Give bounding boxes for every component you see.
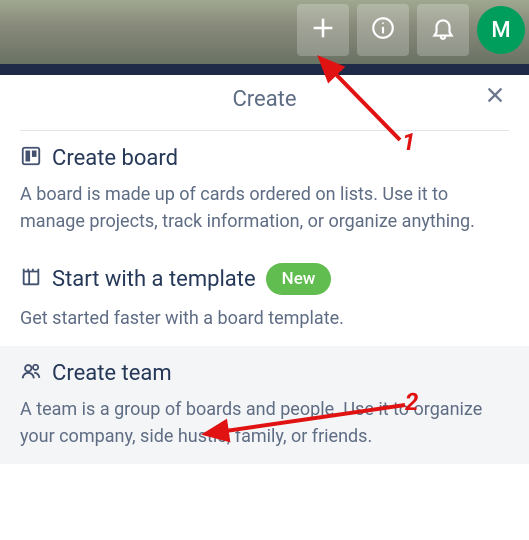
bell-icon (430, 15, 456, 45)
menu-item-create-board[interactable]: Create board A board is made up of cards… (0, 131, 529, 249)
popover-title: Create (20, 87, 509, 112)
close-icon (484, 84, 506, 110)
info-button[interactable] (357, 4, 409, 56)
info-icon (370, 15, 396, 45)
popover-header: Create (20, 75, 509, 131)
menu-item-title: Create team (52, 361, 172, 386)
menu-item-desc: A team is a group of boards and people. … (20, 396, 509, 450)
header-buttons: M (297, 4, 525, 56)
template-icon (20, 266, 42, 292)
menu-item-title: Start with a template (52, 267, 256, 292)
menu-item-create-team[interactable]: Create team A team is a group of boards … (0, 346, 529, 464)
add-button[interactable] (297, 4, 349, 56)
menu-item-title: Create board (52, 146, 178, 171)
menu-item-start-template[interactable]: Start with a template New Get started fa… (0, 249, 529, 346)
plus-icon (309, 14, 337, 46)
team-icon (20, 360, 42, 386)
board-icon (20, 145, 42, 171)
avatar[interactable]: M (477, 6, 525, 54)
create-popover: Create Create board A board is made up o… (0, 75, 529, 540)
close-button[interactable] (481, 83, 509, 111)
new-badge: New (266, 263, 332, 295)
notifications-button[interactable] (417, 4, 469, 56)
menu-item-desc: Get started faster with a board template… (20, 305, 509, 332)
avatar-initial: M (491, 18, 510, 43)
menu-item-desc: A board is made up of cards ordered on l… (20, 181, 509, 235)
